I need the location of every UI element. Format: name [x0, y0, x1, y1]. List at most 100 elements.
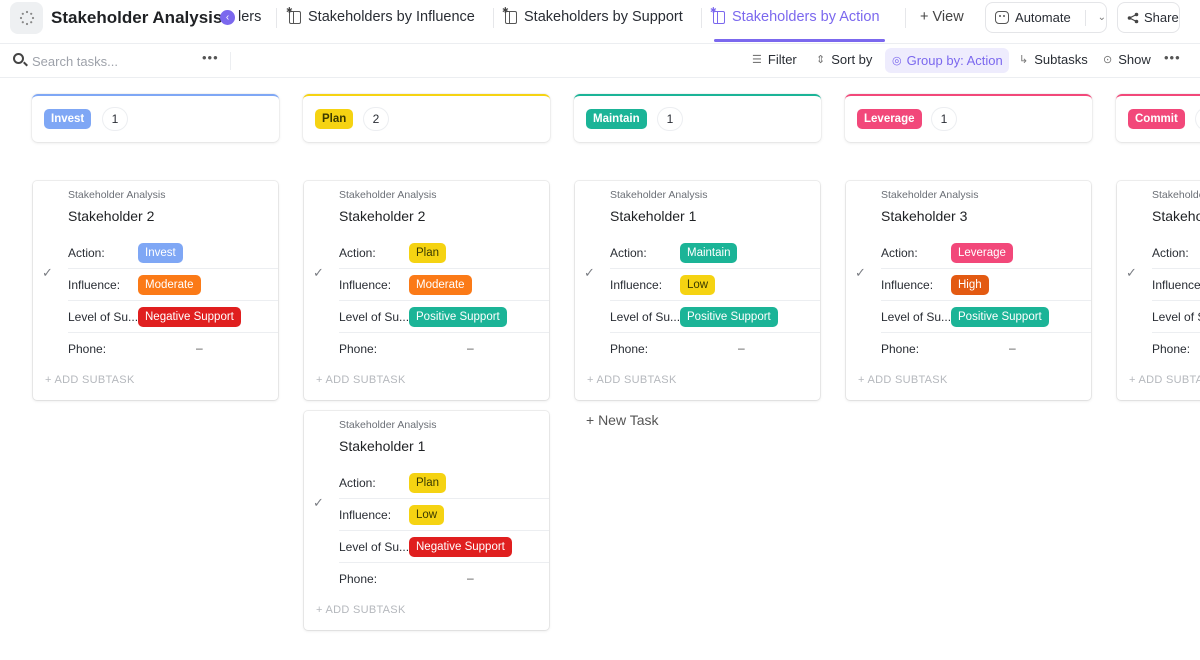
influence-chip[interactable]: Low — [409, 505, 445, 525]
checkmark-icon[interactable]: ✓ — [313, 495, 324, 511]
filter-button[interactable]: ☰ Filter — [752, 52, 797, 67]
task-name[interactable]: Stakeholder 1 — [610, 208, 696, 224]
influence-chip[interactable]: High — [951, 275, 989, 295]
phone-value[interactable]: – — [1009, 341, 1016, 355]
tab-stakeholders-by-influence[interactable]: ✱ Stakeholders by Influence — [286, 6, 475, 26]
tab-stakeholders-by-action[interactable]: ✱ Stakeholders by Action — [710, 6, 880, 26]
tab-label: Stakeholders by Support — [524, 9, 683, 25]
task-name[interactable]: Stakeho — [1152, 208, 1200, 224]
checkmark-icon[interactable]: ✓ — [855, 265, 866, 281]
automate-button[interactable]: Automate ⌄ — [985, 2, 1107, 33]
add-subtask-button[interactable]: + ADD SUBTASK — [45, 374, 135, 386]
field-action: Action: Maintain — [610, 237, 820, 269]
field-phone: Phone: — [1152, 333, 1200, 365]
chevron-down-icon[interactable]: ⌄ — [1098, 12, 1106, 23]
search-input[interactable] — [32, 51, 192, 71]
search-icon — [13, 53, 24, 64]
task-count: 2 — [364, 108, 388, 130]
page-title: Stakeholder Analysis — [51, 8, 223, 27]
view-toolbar: ••• ☰ Filter ⇕ Sort by ◎ Group by: Actio… — [0, 43, 1200, 78]
field-influence: Influence: Low — [339, 499, 549, 531]
group-by-button[interactable]: ◎ Group by: Action — [885, 48, 1009, 73]
task-name[interactable]: Stakeholder 1 — [339, 438, 425, 454]
checkmark-icon[interactable]: ✓ — [1126, 265, 1137, 281]
show-button[interactable]: ⊙ Show — [1103, 52, 1151, 67]
task-card[interactable]: Stakeholde Stakeho ✓ Action: Influence L… — [1117, 181, 1200, 400]
show-label: Show — [1118, 52, 1151, 67]
tab-stakeholders-by-support[interactable]: ✱ Stakeholders by Support — [502, 6, 683, 26]
add-view-button[interactable]: + View — [920, 9, 964, 25]
support-chip[interactable]: Negative Support — [409, 537, 512, 557]
more-options-icon[interactable]: ••• — [1164, 50, 1181, 65]
field-influence: Influence: High — [881, 269, 1091, 301]
action-chip[interactable]: Plan — [409, 473, 447, 493]
add-subtask-button[interactable]: + ADD SUBTASK — [316, 374, 406, 386]
add-subtask-button[interactable]: + ADD SUBTASK — [858, 374, 948, 386]
checkmark-icon[interactable]: ✓ — [42, 265, 53, 281]
action-chip[interactable]: Maintain — [680, 243, 738, 263]
checkmark-icon[interactable]: ✓ — [584, 265, 595, 281]
new-task-button[interactable]: + New Task — [586, 412, 659, 428]
field-label: Influence: — [339, 508, 392, 522]
status-badge: Commit — [1128, 109, 1185, 129]
task-name[interactable]: Stakeholder 3 — [881, 208, 967, 224]
column-header-leverage[interactable]: Leverage 1 — [845, 94, 1092, 142]
task-card[interactable]: Stakeholder Analysis Stakeholder 1 ✓ Act… — [304, 411, 549, 630]
field-label: Phone: — [881, 342, 920, 356]
loading-dots-icon — [19, 10, 34, 26]
task-name[interactable]: Stakeholder 2 — [339, 208, 425, 224]
phone-value[interactable]: – — [196, 341, 203, 355]
influence-chip[interactable]: Moderate — [409, 275, 472, 295]
influence-chip[interactable]: Low — [680, 275, 716, 295]
action-chip[interactable]: Leverage — [951, 243, 1013, 263]
group-by-label: Group by: Action — [906, 53, 1003, 68]
app-icon[interactable] — [10, 2, 43, 34]
subtasks-button[interactable]: ↳ Subtasks — [1019, 52, 1088, 67]
action-chip[interactable]: Invest — [138, 243, 183, 263]
column-header-maintain[interactable]: Maintain 1 — [574, 94, 821, 142]
task-card[interactable]: Stakeholder Analysis Stakeholder 3 ✓ Act… — [846, 181, 1091, 400]
task-name[interactable]: Stakeholder 2 — [68, 208, 154, 224]
column-header-commit[interactable]: Commit — [1116, 94, 1200, 142]
divider — [493, 8, 494, 28]
action-chip[interactable]: Plan — [409, 243, 447, 263]
add-subtask-button[interactable]: + ADD SUBTASK — [587, 374, 677, 386]
influence-chip[interactable]: Moderate — [138, 275, 201, 295]
field-label: Level of S — [1152, 310, 1200, 324]
column-header-invest[interactable]: Invest 1 — [32, 94, 279, 142]
field-label: Influence: — [610, 278, 663, 292]
phone-value[interactable]: – — [738, 341, 745, 355]
support-chip[interactable]: Positive Support — [951, 307, 1049, 327]
collapse-tabs-button[interactable]: ‹ — [220, 10, 235, 25]
support-chip[interactable]: Negative Support — [138, 307, 241, 327]
sort-icon: ⇕ — [816, 54, 826, 66]
field-support: Level of Su... Negative Support — [68, 301, 278, 333]
add-subtask-button[interactable]: + ADD SUBTA — [1129, 374, 1200, 386]
task-card[interactable]: Stakeholder Analysis Stakeholder 2 ✓ Act… — [33, 181, 278, 400]
phone-value[interactable]: – — [467, 341, 474, 355]
more-options-icon[interactable]: ••• — [202, 50, 219, 65]
list-name: Stakeholde — [1152, 189, 1200, 201]
phone-value[interactable]: – — [467, 571, 474, 585]
field-label: Action: — [881, 246, 918, 260]
support-chip[interactable]: Positive Support — [409, 307, 507, 327]
list-name: Stakeholder Analysis — [610, 189, 708, 201]
add-subtask-button[interactable]: + ADD SUBTASK — [316, 604, 406, 616]
task-card[interactable]: Stakeholder Analysis Stakeholder 2 ✓ Act… — [304, 181, 549, 400]
filter-icon: ☰ — [752, 54, 762, 66]
divider — [701, 8, 702, 28]
task-card[interactable]: Stakeholder Analysis Stakeholder 1 ✓ Act… — [575, 181, 820, 400]
field-label: Phone: — [339, 572, 378, 586]
tab-truncated[interactable]: lers — [238, 9, 261, 25]
chevron-left-icon: ‹ — [225, 12, 230, 23]
field-phone: Phone: – — [68, 333, 278, 365]
field-label: Action: — [610, 246, 647, 260]
sort-button[interactable]: ⇕ Sort by — [816, 52, 872, 67]
field-action: Action: Leverage — [881, 237, 1091, 269]
field-label: Phone: — [68, 342, 107, 356]
support-chip[interactable]: Positive Support — [680, 307, 778, 327]
checkmark-icon[interactable]: ✓ — [313, 265, 324, 281]
column-header-plan[interactable]: Plan 2 — [303, 94, 550, 142]
share-button[interactable]: Share — [1117, 2, 1180, 33]
active-tab-indicator — [714, 39, 885, 42]
